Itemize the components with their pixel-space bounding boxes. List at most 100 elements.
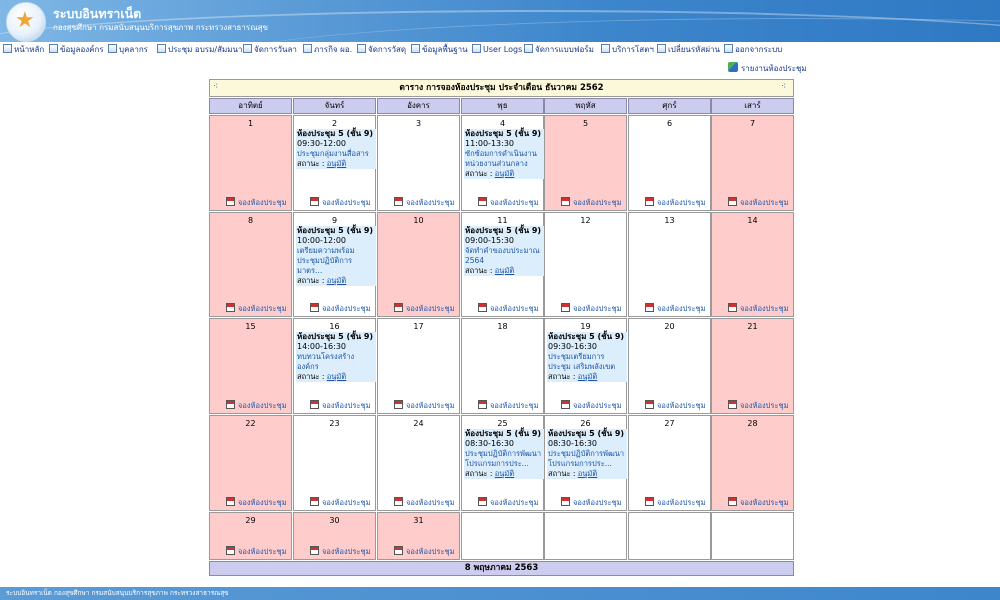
key-icon — [657, 44, 666, 53]
booking-title-link[interactable]: ทบทวนโครงสร้าง องค์กร — [297, 352, 375, 372]
status-approved-link[interactable]: อนุมัติ — [327, 372, 346, 381]
booking-entry[interactable]: ห้องประชุม 5 (ชั้น 9) 09:30-16:30 ประชุมเต… — [547, 332, 627, 382]
booking-entry[interactable]: ห้องประชุม 5 (ชั้น 9) 09:30-12:00 ประชุมกล… — [296, 129, 376, 169]
book-room-link[interactable]: จองห้องประชุม — [728, 400, 789, 411]
home-icon — [3, 44, 12, 53]
booking-title-link[interactable]: ประชุมกลุ่มงานสื่อสาร — [297, 149, 375, 159]
room-report-link[interactable]: รายงานห้องประชุม — [728, 62, 807, 74]
book-room-link[interactable]: จองห้องประชุม — [478, 400, 539, 411]
prev-month-icon[interactable]: ⁖ — [213, 82, 223, 92]
calendar-icon — [310, 546, 319, 555]
menu-item-basic-data[interactable]: ข้อมูลพื้นฐาน — [411, 43, 468, 57]
book-room-link[interactable]: จองห้องประชุม — [226, 303, 287, 314]
day-number: 11 — [497, 216, 508, 225]
calendar-icon — [394, 303, 403, 312]
book-room-link[interactable]: จองห้องประชุม — [478, 303, 539, 314]
book-room-link[interactable]: จองห้องประชุม — [310, 197, 371, 208]
book-room-link[interactable]: จองห้องประชุม — [645, 303, 706, 314]
menu-item-home[interactable]: หน้าหลัก — [3, 43, 44, 57]
booking-title-link[interactable]: ประชุมเตรียมการประชุม เสริมพลังเขต — [548, 352, 626, 372]
booking-time: 14:00-16:30 — [297, 342, 346, 351]
book-room-link[interactable]: จองห้องประชุม — [645, 497, 706, 508]
book-room-link[interactable]: จองห้องประชุม — [394, 497, 455, 508]
book-room-link[interactable]: จองห้องประชุม — [728, 497, 789, 508]
status-approved-link[interactable]: อนุมัติ — [578, 469, 597, 478]
calendar-day-cell: 7 จองห้องประชุม — [711, 115, 794, 211]
day-number: 1 — [247, 119, 254, 128]
calendar-day-cell: 16 ห้องประชุม 5 (ชั้น 9) 14:00-16:30 ทบทวนโ… — [293, 318, 376, 414]
menu-item-av-service[interactable]: บริการโสตฯ — [601, 43, 654, 57]
status-approved-link[interactable]: อนุมัติ — [495, 169, 514, 178]
status-approved-link[interactable]: อนุมัติ — [327, 159, 346, 168]
booking-entry[interactable]: ห้องประชุม 5 (ชั้น 9) 08:30-16:30 ประชุมปฏ… — [547, 429, 627, 479]
calendar-day-cell: 3 จองห้องประชุม — [377, 115, 460, 211]
book-room-link[interactable]: จองห้องประชุม — [561, 197, 622, 208]
book-room-link[interactable]: จองห้องประชุม — [561, 497, 622, 508]
day-number: 22 — [245, 419, 256, 428]
booking-entry[interactable]: ห้องประชุม 5 (ชั้น 9) 11:00-13:30 ซักซ้อมก… — [464, 129, 544, 179]
booking-entry[interactable]: ห้องประชุม 5 (ชั้น 9) 09:00-15:30 จัดทำคำข… — [464, 226, 544, 276]
book-room-link[interactable]: จองห้องประชุม — [394, 400, 455, 411]
calendar-empty-cell — [628, 512, 711, 560]
book-room-link[interactable]: จองห้องประชุม — [478, 197, 539, 208]
menu-item-supplies[interactable]: จัดการวัสดุ — [357, 43, 406, 57]
next-month-icon[interactable]: ⁖ — [781, 82, 791, 92]
calendar-icon — [561, 303, 570, 312]
status-approved-link[interactable]: อนุมัติ — [495, 469, 514, 478]
booking-title-link[interactable]: ประชุมปฏิบัติการพัฒนา โปรแกรมการประ... — [548, 449, 626, 469]
booking-time: 10:00-12:00 — [297, 236, 346, 245]
book-room-link[interactable]: จองห้องประชุม — [226, 546, 287, 557]
book-room-link[interactable]: จองห้องประชุม — [394, 546, 455, 557]
book-room-link[interactable]: จองห้องประชุม — [561, 303, 622, 314]
menu-item-user-logs[interactable]: User Logs — [472, 43, 522, 57]
menu-item-director-tasks[interactable]: ภารกิจ ผอ. — [303, 43, 352, 57]
menu-item-forms[interactable]: จัดการแบบฟอร์ม — [524, 43, 594, 57]
booking-entry[interactable]: ห้องประชุม 5 (ชั้น 9) 10:00-12:00 เตรียมคว… — [296, 226, 376, 286]
booking-title-link[interactable]: จัดทำคำของบประมาณ 2564 — [465, 246, 543, 266]
calendar-icon — [645, 303, 654, 312]
book-room-link[interactable]: จองห้องประชุม — [310, 497, 371, 508]
calendar-empty-cell — [711, 512, 794, 560]
status-approved-link[interactable]: อนุมัติ — [327, 276, 346, 285]
book-room-link[interactable]: จองห้องประชุม — [645, 400, 706, 411]
book-room-link[interactable]: จองห้องประชุม — [394, 303, 455, 314]
booking-entry[interactable]: ห้องประชุม 5 (ชั้น 9) 14:00-16:30 ทบทวนโคร… — [296, 332, 376, 382]
booking-title-link[interactable]: ซักซ้อมการดำเนินงาน หน่วยงานส่วนกลาง — [465, 149, 543, 169]
day-number: 20 — [664, 322, 675, 331]
book-room-link[interactable]: จองห้องประชุม — [645, 197, 706, 208]
booking-status: สถานะ : อนุมัติ — [548, 469, 598, 478]
book-room-link[interactable]: จองห้องประชุม — [561, 400, 622, 411]
book-room-link[interactable]: จองห้องประชุม — [728, 197, 789, 208]
book-room-link[interactable]: จองห้องประชุม — [226, 497, 287, 508]
booking-room: ห้องประชุม 5 (ชั้น 9) — [465, 129, 542, 138]
book-room-link[interactable]: จองห้องประชุม — [310, 303, 371, 314]
menu-item-leave[interactable]: จัดการวันลา — [243, 43, 297, 57]
app-subtitle: กองสุขศึกษา กรมสนับสนุนบริการสุขภาพ กระท… — [53, 23, 268, 32]
book-room-link[interactable]: จองห้องประชุม — [310, 400, 371, 411]
logout-icon — [724, 44, 733, 53]
menu-item-change-password[interactable]: เปลี่ยนรหัสผ่าน — [657, 43, 720, 57]
calendar-icon — [645, 400, 654, 409]
calendar-day-cell: 19 ห้องประชุม 5 (ชั้น 9) 09:30-16:30 ประชุม… — [544, 318, 627, 414]
booking-entry[interactable]: ห้องประชุม 5 (ชั้น 9) 08:30-16:30 ประชุมปฏ… — [464, 429, 544, 479]
status-approved-link[interactable]: อนุมัติ — [495, 266, 514, 275]
menu-item-meetings[interactable]: ประชุม อบรม/สัมมนา — [157, 43, 242, 57]
menu-item-personnel[interactable]: บุคลากร — [108, 43, 148, 57]
page-footer: ระบบอินทราเน็ต กองสุขศึกษา กรมสนับสนุนบร… — [0, 587, 1000, 600]
book-room-link[interactable]: จองห้องประชุม — [310, 546, 371, 557]
star-icon: ★ — [15, 8, 35, 33]
table-icon — [303, 44, 312, 53]
book-room-link[interactable]: จองห้องประชุม — [394, 197, 455, 208]
book-room-link[interactable]: จองห้องประชุม — [226, 197, 287, 208]
status-approved-link[interactable]: อนุมัติ — [578, 372, 597, 381]
menu-item-organization[interactable]: ข้อมูลองค์กร — [49, 43, 104, 57]
booking-title-link[interactable]: ประชุมปฏิบัติการพัฒนา โปรแกรมการประ... — [465, 449, 543, 469]
calendar-day-cell: 25 ห้องประชุม 5 (ชั้น 9) 08:30-16:30 ประชุม… — [461, 415, 544, 511]
booking-title-link[interactable]: เตรียมความพร้อม ประชุมปฏิบัติการ มาตร... — [297, 246, 375, 276]
booking-status: สถานะ : อนุมัติ — [465, 169, 515, 178]
book-room-link[interactable]: จองห้องประชุม — [226, 400, 287, 411]
menu-item-logout[interactable]: ออกจากระบบ — [724, 43, 782, 57]
day-number: 9 — [331, 216, 338, 225]
book-room-link[interactable]: จองห้องประชุม — [728, 303, 789, 314]
book-room-link[interactable]: จองห้องประชุม — [478, 497, 539, 508]
